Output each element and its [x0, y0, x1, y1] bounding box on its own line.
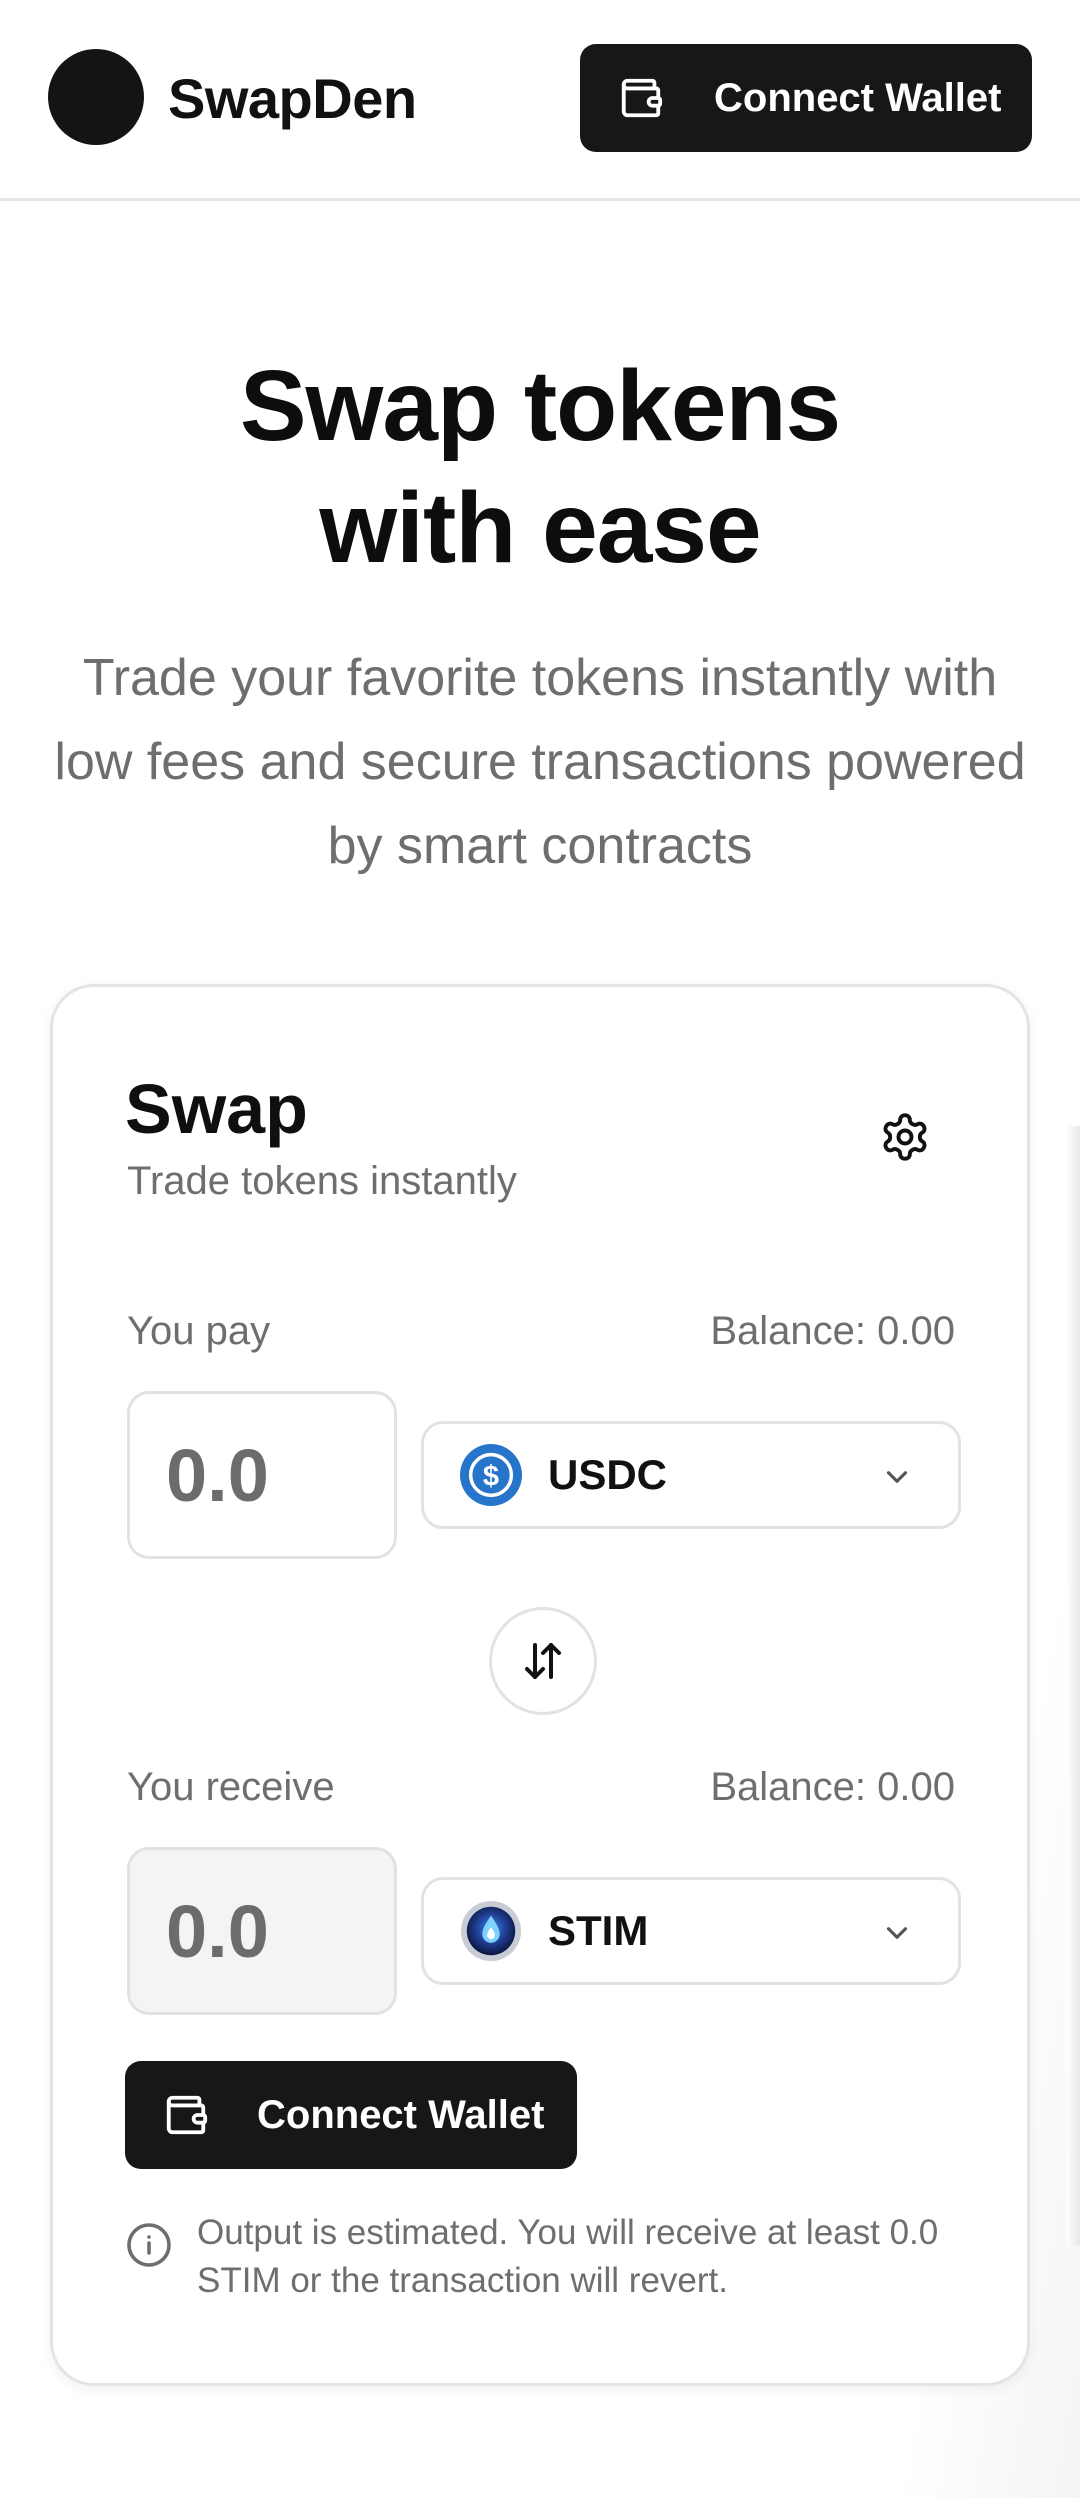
card-title: Swap — [125, 1070, 308, 1148]
card-subtitle: Trade tokens instantly — [127, 1159, 517, 1203]
info-icon — [127, 2223, 171, 2267]
receive-amount-output: 0.0 — [127, 1847, 397, 2015]
receive-token-name: STIM — [548, 1907, 649, 1954]
pay-balance: Balance: 0.00 — [710, 1309, 955, 1353]
pay-token-select[interactable]: $ USDC — [421, 1421, 961, 1529]
chevron-down-icon — [886, 1927, 908, 1939]
page: SwapDen Connect Wallet Swap tokens with … — [0, 0, 1080, 2498]
pay-token-name: USDC — [548, 1451, 668, 1498]
pay-amount-placeholder: 0.0 — [166, 1433, 269, 1517]
brand-name[interactable]: SwapDen — [168, 66, 417, 131]
wallet-icon — [166, 2095, 208, 2135]
header-connect-wallet-button[interactable]: Connect Wallet — [580, 44, 1032, 152]
card-connect-wallet-button[interactable]: Connect Wallet — [125, 2061, 577, 2169]
pay-label: You pay — [127, 1309, 271, 1353]
scrollbar-track — [1066, 1126, 1080, 2246]
hero-title-line2: with ease — [319, 472, 761, 584]
pay-amount-input[interactable]: 0.0 — [127, 1391, 397, 1559]
header-connect-wallet-label: Connect Wallet — [714, 75, 1002, 120]
receive-amount-value: 0.0 — [166, 1889, 269, 1973]
usdc-icon: $ — [460, 1444, 522, 1506]
estimate-info-text: Output is estimated. You will receive at… — [197, 2213, 939, 2300]
receive-balance: Balance: 0.00 — [710, 1765, 955, 1809]
card-connect-wallet-label: Connect Wallet — [257, 2092, 545, 2137]
settings-gear-icon[interactable] — [879, 1111, 931, 1163]
hero-title: Swap tokens with ease — [0, 345, 1080, 589]
receive-label: You receive — [127, 1765, 335, 1809]
swap-card: Swap Trade tokens instantly You pay Bala… — [50, 984, 1030, 2386]
hero-title-line1: Swap tokens — [239, 350, 841, 462]
swap-direction-button[interactable] — [489, 1607, 597, 1715]
hero-subtitle: Trade your favorite tokens instantly wit… — [54, 649, 1026, 875]
top-header: SwapDen Connect Wallet — [0, 0, 1080, 201]
stim-icon — [460, 1900, 522, 1962]
logo[interactable] — [48, 49, 144, 145]
swap-arrows-icon — [525, 1643, 561, 1679]
wallet-icon — [621, 78, 663, 118]
chevron-down-icon — [886, 1471, 908, 1483]
receive-token-select[interactable]: STIM — [421, 1877, 961, 1985]
svg-text:$: $ — [483, 1461, 499, 1493]
